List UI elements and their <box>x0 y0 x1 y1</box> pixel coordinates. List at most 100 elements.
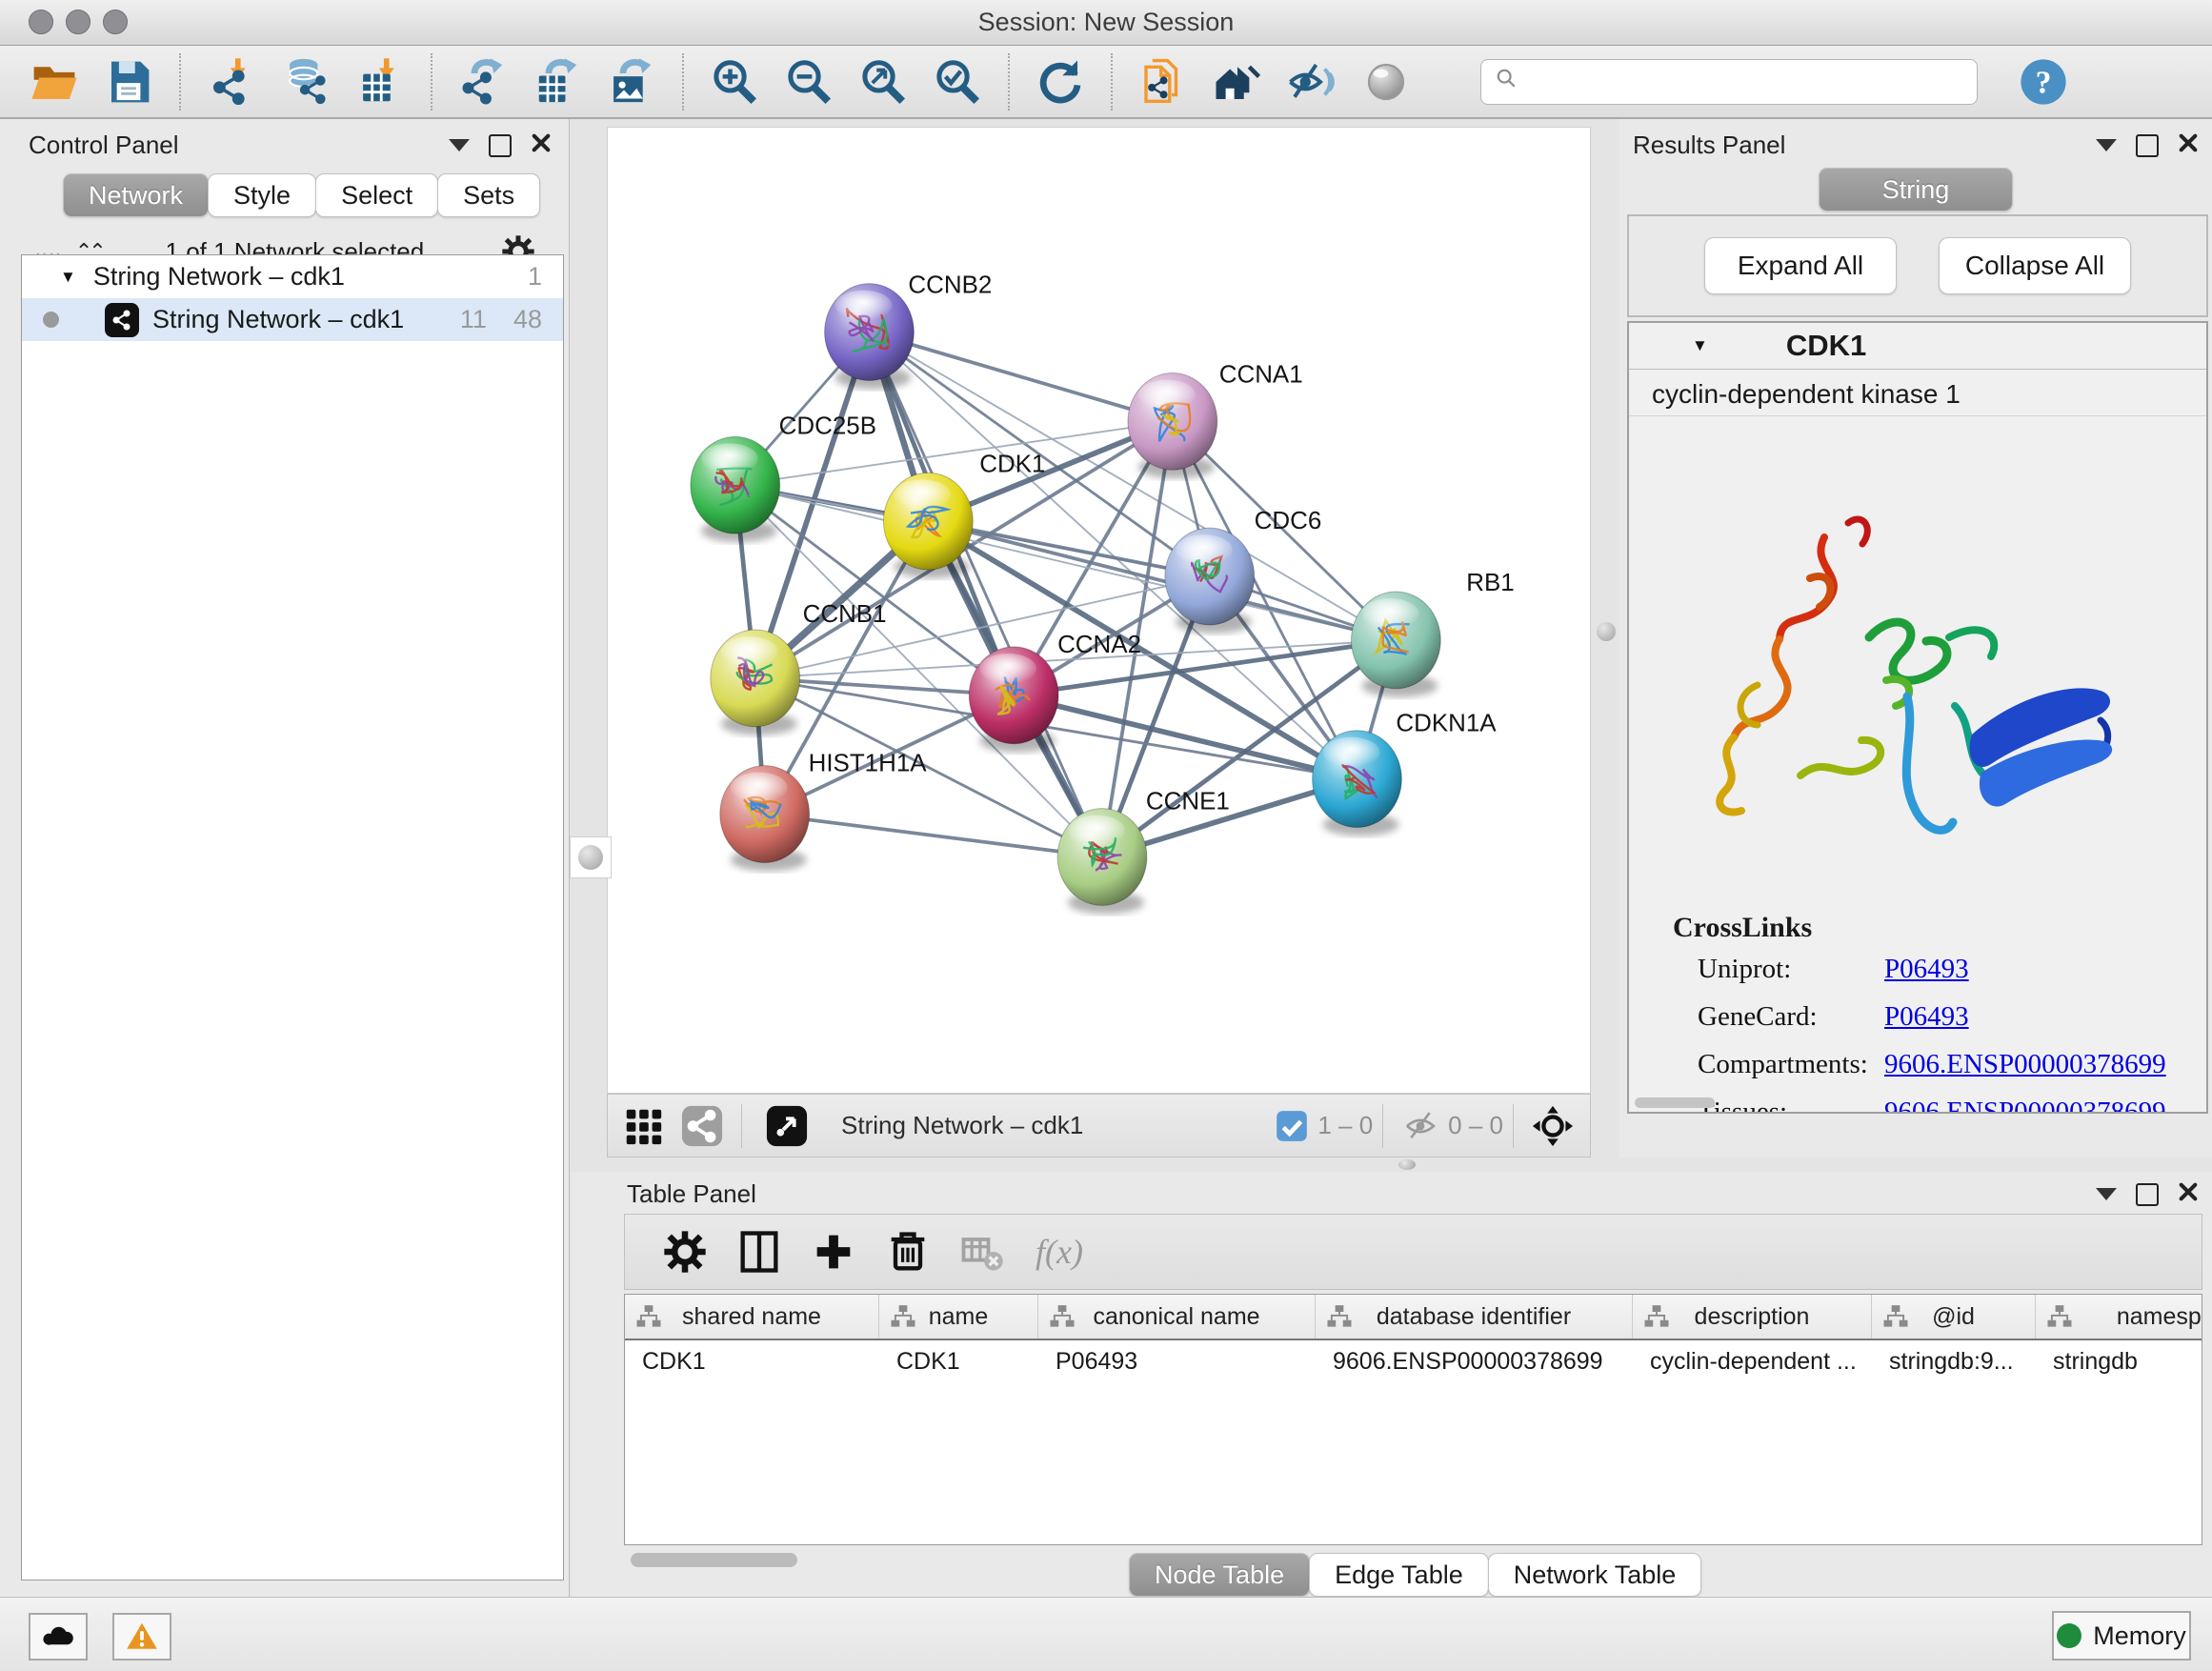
panel-close-icon[interactable] <box>2178 1179 2199 1209</box>
cell[interactable]: stringdb:9... <box>1872 1348 2036 1376</box>
sphere-button[interactable] <box>1358 54 1414 110</box>
gene-header-row[interactable]: ▼ CDK1 <box>1629 323 2206 370</box>
zoom-fit-button[interactable] <box>855 54 911 110</box>
export-network-button[interactable] <box>455 54 511 110</box>
memory-button[interactable]: Memory <box>2052 1611 2191 1661</box>
tab-string[interactable]: String <box>1819 168 2013 211</box>
node-count: 11 <box>460 305 487 334</box>
network-row[interactable]: String Network – cdk1 11 48 <box>22 298 563 341</box>
table-header[interactable]: shared namenamecanonical namedatabase id… <box>625 1295 2202 1340</box>
panel-maximize-icon[interactable] <box>2136 1183 2159 1206</box>
cell[interactable]: 9606.ENSP00000378699 <box>1316 1348 1633 1376</box>
network-canvas[interactable]: CCNB2CCNA1CDC25BCDK1CDC6RB1CCNB1CCNA2CDK… <box>607 127 1591 1094</box>
add-column-icon[interactable] <box>809 1227 858 1277</box>
zoom-selected-button[interactable] <box>930 54 985 110</box>
network-node-CDKN1A[interactable]: CDKN1A <box>1313 711 1498 836</box>
refresh-button[interactable] <box>1033 54 1088 110</box>
expand-all-button[interactable]: Expand All <box>1704 237 1897 294</box>
toggle-visibility-button[interactable] <box>1284 54 1339 110</box>
network-collection-row[interactable]: ▼ String Network – cdk1 1 <box>22 255 563 298</box>
column-header-name[interactable]: name <box>879 1295 1038 1339</box>
cell[interactable]: cyclin-dependent ... <box>1633 1348 1872 1376</box>
vertical-splitter-handle-right[interactable] <box>1593 612 1619 652</box>
results-hscrollbar[interactable] <box>1635 1097 1715 1108</box>
vertical-splitter-handle-left[interactable] <box>570 836 612 878</box>
export-image-button[interactable] <box>604 54 659 110</box>
network-edge[interactable] <box>869 332 1102 857</box>
panel-maximize-icon[interactable] <box>2136 134 2159 157</box>
traffic-light-zoom[interactable] <box>103 10 128 34</box>
open-file-button[interactable] <box>27 54 82 110</box>
network-node-RB1[interactable]: RB1 <box>1351 570 1514 697</box>
cell[interactable]: stringdb <box>2036 1348 2202 1376</box>
share-view-icon[interactable] <box>680 1104 724 1148</box>
node-label-CCNE1: CCNE1 <box>1146 789 1230 815</box>
node-table[interactable]: shared namenamecanonical namedatabase id… <box>624 1294 2202 1545</box>
import-database-button[interactable] <box>278 54 333 110</box>
tab-network-table[interactable]: Network Table <box>1488 1553 1702 1597</box>
zoom-out-button[interactable] <box>781 54 836 110</box>
help-button[interactable]: ? <box>2016 54 2071 110</box>
network-edge[interactable] <box>869 332 1172 422</box>
node-label-HIST1H1A: HIST1H1A <box>809 751 928 777</box>
network-graph[interactable]: CCNB2CCNA1CDC25BCDK1CDC6RB1CCNB1CCNA2CDK… <box>608 128 1590 1093</box>
import-network-button[interactable] <box>204 54 259 110</box>
cell[interactable]: CDK1 <box>879 1348 1038 1376</box>
toolbar-separator <box>682 53 684 111</box>
traffic-light-close[interactable] <box>29 10 53 34</box>
panel-float-icon[interactable] <box>449 139 470 151</box>
column-header-namespace[interactable]: namespace <box>2036 1295 2202 1339</box>
column-header-id[interactable]: @id <box>1872 1295 2036 1339</box>
gene-disclosure-icon[interactable]: ▼ <box>1692 336 1708 355</box>
network-node-CCNA1[interactable]: CCNA1 <box>1128 361 1303 478</box>
panel-close-icon[interactable] <box>531 131 552 160</box>
birdseye-icon[interactable] <box>765 1104 809 1148</box>
tab-edge-table[interactable]: Edge Table <box>1309 1553 1489 1597</box>
column-header-databaseidentifier[interactable]: database identifier <box>1316 1295 1633 1339</box>
network-from-file-button[interactable] <box>1136 54 1191 110</box>
tab-node-table[interactable]: Node Table <box>1129 1553 1310 1597</box>
tab-network[interactable]: Network <box>63 173 209 217</box>
network-edge[interactable] <box>765 815 1102 857</box>
network-node-CCNB1[interactable]: CCNB1 <box>711 601 887 735</box>
tab-sets[interactable]: Sets <box>437 173 540 217</box>
tree-disclosure-icon[interactable]: ▼ <box>60 268 76 287</box>
panel-float-icon[interactable] <box>2096 1188 2117 1200</box>
table-row[interactable]: CDK1CDK1P064939606.ENSP00000378699cyclin… <box>625 1340 2202 1382</box>
delete-column-icon[interactable] <box>883 1227 933 1277</box>
network-node-CCNE1[interactable]: CCNE1 <box>1057 789 1230 915</box>
table-hscrollbar[interactable] <box>631 1553 797 1567</box>
crosslink-link[interactable]: 9606.ENSP00000378699 <box>1884 1097 2166 1114</box>
save-session-button[interactable] <box>101 54 156 110</box>
selected-checkbox-icon[interactable] <box>1274 1108 1310 1144</box>
zoom-in-button[interactable] <box>707 54 762 110</box>
cloud-button[interactable] <box>29 1613 88 1661</box>
column-header-canonicalname[interactable]: canonical name <box>1038 1295 1316 1339</box>
panel-close-icon[interactable] <box>2178 131 2199 160</box>
export-table-button[interactable] <box>530 54 585 110</box>
tab-style[interactable]: Style <box>208 173 316 217</box>
crosslink-link[interactable]: P06493 <box>1884 954 1969 985</box>
warning-button[interactable] <box>112 1613 171 1661</box>
cell[interactable]: P06493 <box>1038 1348 1316 1376</box>
crosslink-link[interactable]: P06493 <box>1884 1001 1969 1033</box>
tab-select[interactable]: Select <box>315 173 438 217</box>
gear-icon[interactable] <box>660 1227 710 1277</box>
fit-crosshair-icon[interactable] <box>1531 1104 1575 1148</box>
search-input[interactable] <box>1523 67 1967 96</box>
column-header-description[interactable]: description <box>1633 1295 1872 1339</box>
collapse-all-button[interactable]: Collapse All <box>1939 237 2131 294</box>
column-header-sharedname[interactable]: shared name <box>625 1295 879 1339</box>
network-node-HIST1H1A[interactable]: HIST1H1A <box>720 751 927 872</box>
crosslink-link[interactable]: 9606.ENSP00000378699 <box>1884 1049 2166 1080</box>
panel-maximize-icon[interactable] <box>489 134 512 157</box>
grid-view-icon[interactable] <box>621 1104 665 1148</box>
cell[interactable]: CDK1 <box>625 1348 879 1376</box>
panel-float-icon[interactable] <box>2096 139 2117 151</box>
string-homes-button[interactable] <box>1210 54 1265 110</box>
traffic-light-minimize[interactable] <box>66 10 90 34</box>
horizontal-splitter-handle[interactable] <box>1393 1158 1421 1171</box>
import-table-button[interactable] <box>352 54 408 110</box>
select-columns-icon[interactable] <box>734 1227 784 1277</box>
network-node-CCNB2[interactable]: CCNB2 <box>825 272 993 390</box>
